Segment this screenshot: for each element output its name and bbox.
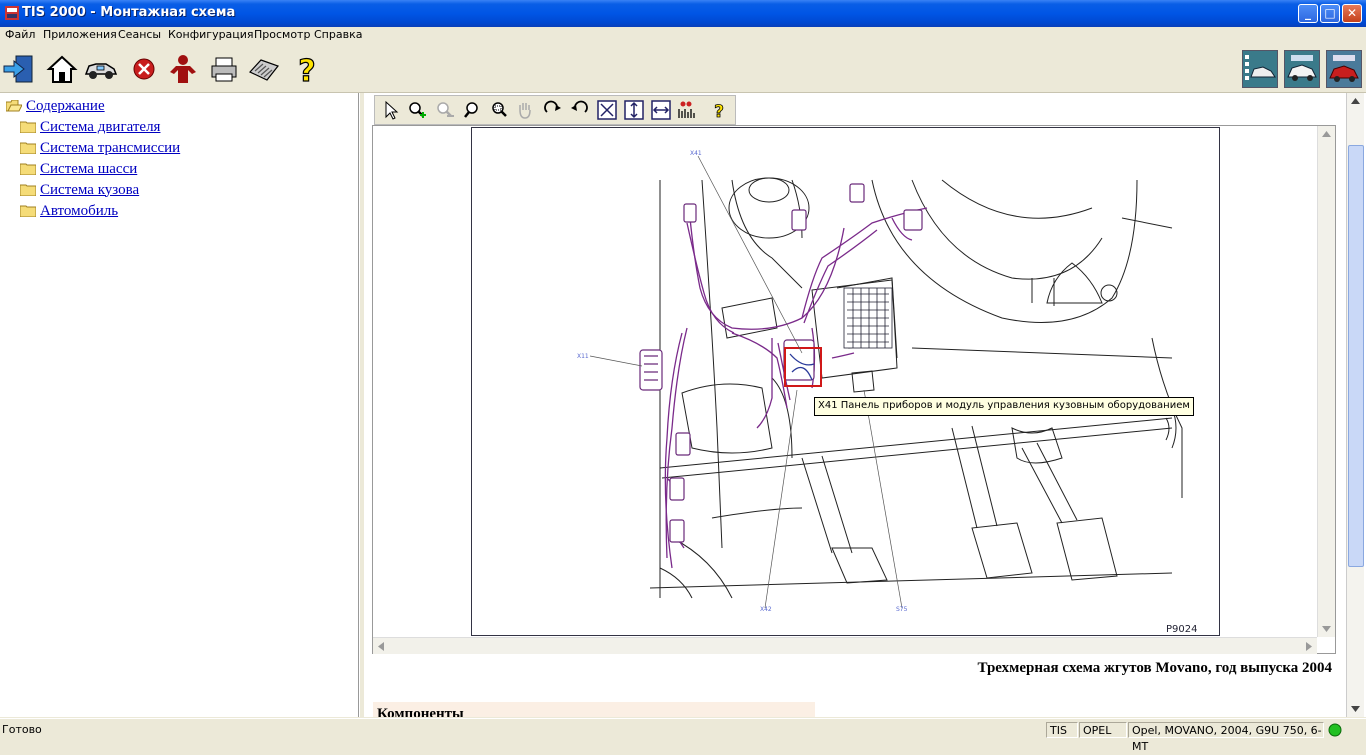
stop-icon[interactable] [127,52,161,86]
tree-item-vehicle[interactable]: Автомобиль [20,202,118,220]
menu-view[interactable]: Просмотр [254,28,310,41]
diagram-viewer: X41 X11 X42 S75 P9024 [372,125,1336,654]
tree-item-chassis[interactable]: Система шасси [20,160,137,178]
fit-all-icon[interactable] [597,100,617,120]
home-icon[interactable] [45,52,79,86]
sps-car-icon[interactable] [1242,50,1278,88]
diagram-horizontal-scrollbar[interactable] [373,637,1317,654]
magnifier-icon[interactable] [463,100,483,120]
tree-root-label: Содержание [26,97,105,114]
status-text: Готово [2,723,42,736]
help-icon[interactable]: ? [290,52,324,86]
scroll-up-arrow-icon[interactable] [1321,129,1332,140]
pan-hand-icon [519,103,531,119]
minimize-button[interactable]: _ [1298,4,1318,23]
figure-id: P9024 [1166,624,1197,635]
menu-bar: Файл Приложения Сеансы Конфигурация Прос… [0,27,1366,45]
scroll-left-arrow-icon[interactable] [376,641,387,652]
scroll-down-arrow-icon[interactable] [1350,703,1361,714]
fit-height-icon[interactable] [624,100,644,120]
tree-item-label: Система трансмиссии [40,139,181,156]
menu-applications[interactable]: Приложения [43,28,117,41]
folder-icon [20,163,36,175]
tree-item-label: Автомобиль [40,202,119,219]
main-vertical-scrollbar[interactable] [1346,93,1364,717]
harness-diagram: X41 X11 X42 S75 P9024 [577,150,1197,635]
contents-tree-panel: Содержание Система двигателя Система тра… [0,93,359,717]
app-icon [5,6,19,20]
menu-configuration[interactable]: Конфигурация [168,28,254,41]
user-icon[interactable] [166,52,200,86]
scroll-up-arrow-icon[interactable] [1350,96,1361,107]
window-title: TIS 2000 - Монтажная схема [22,5,236,20]
image-toolbar: ? [374,95,736,125]
rotate-right-icon[interactable] [543,100,563,120]
status-seg-brand: OPEL [1079,722,1127,738]
svg-text:?: ? [298,54,315,86]
help-icon[interactable]: ? [709,100,729,120]
folder-icon [20,121,36,133]
label-x41[interactable]: X41 [690,150,702,157]
components-section: Компоненты [373,702,815,717]
main-toolbar: ? [0,46,1366,93]
maximize-button[interactable]: □ [1320,4,1340,23]
diagram-caption: Трехмерная схема жгутов Movano, год выпу… [977,660,1332,676]
connector-tooltip: X41 Панель приборов и модуль управления … [814,397,1194,416]
scroll-down-arrow-icon[interactable] [1321,623,1332,634]
tree-item-label: Система шасси [40,160,138,177]
zoom-in-icon[interactable] [407,100,427,120]
red-car-icon[interactable] [1326,50,1362,88]
label-x42[interactable]: X42 [760,606,772,613]
svg-text:?: ? [714,102,724,120]
components-heading: Компоненты [377,706,464,717]
menu-file[interactable]: Файл [5,28,35,41]
folder-icon [20,184,36,196]
tree-item-label: Система двигателя [40,118,161,135]
tree-item-body[interactable]: Система кузова [20,181,139,199]
vehicle-icon[interactable] [84,52,118,86]
exit-icon[interactable] [2,52,36,86]
open-folder-icon [6,100,22,112]
select-pointer-icon[interactable] [381,100,401,120]
menu-help[interactable]: Справка [314,28,362,41]
hotspots-icon[interactable] [677,100,697,120]
close-button[interactable]: ✕ [1342,4,1362,23]
scroll-right-arrow-icon[interactable] [1303,641,1314,652]
status-bar: Готово TIS OPEL Opel, MOVANO, 2004, G9U … [0,718,1366,753]
tree-item-transmission[interactable]: Система трансмиссии [20,139,180,157]
menu-sessions[interactable]: Сеансы [118,28,161,41]
zoom-area-icon[interactable] [489,100,509,120]
zoom-out-icon [437,102,454,117]
diagram-vertical-scrollbar[interactable] [1317,126,1335,637]
folder-icon [20,142,36,154]
title-bar: TIS 2000 - Монтажная схема _ □ ✕ [0,0,1366,27]
status-seg-vehicle: Opel, MOVANO, 2004, G9U 750, 6-MT [1128,722,1324,753]
print-icon[interactable] [207,52,241,86]
diagram-frame[interactable]: X41 X11 X42 S75 P9024 [471,127,1220,636]
tree-item-label: Система кузова [40,181,140,198]
rotate-left-icon[interactable] [569,100,589,120]
fit-width-icon[interactable] [651,100,671,120]
folder-icon [20,205,36,217]
status-seg-tis: TIS [1046,722,1078,738]
label-x11[interactable]: X11 [577,353,589,360]
label-s75[interactable]: S75 [896,606,908,613]
tree-root[interactable]: Содержание [6,97,105,115]
diagnostics-car-icon[interactable] [1284,50,1320,88]
keyboard-icon[interactable] [247,52,281,86]
tree-item-engine[interactable]: Система двигателя [20,118,160,136]
scroll-thumb[interactable] [1348,145,1364,567]
connection-status-icon [1328,723,1342,737]
